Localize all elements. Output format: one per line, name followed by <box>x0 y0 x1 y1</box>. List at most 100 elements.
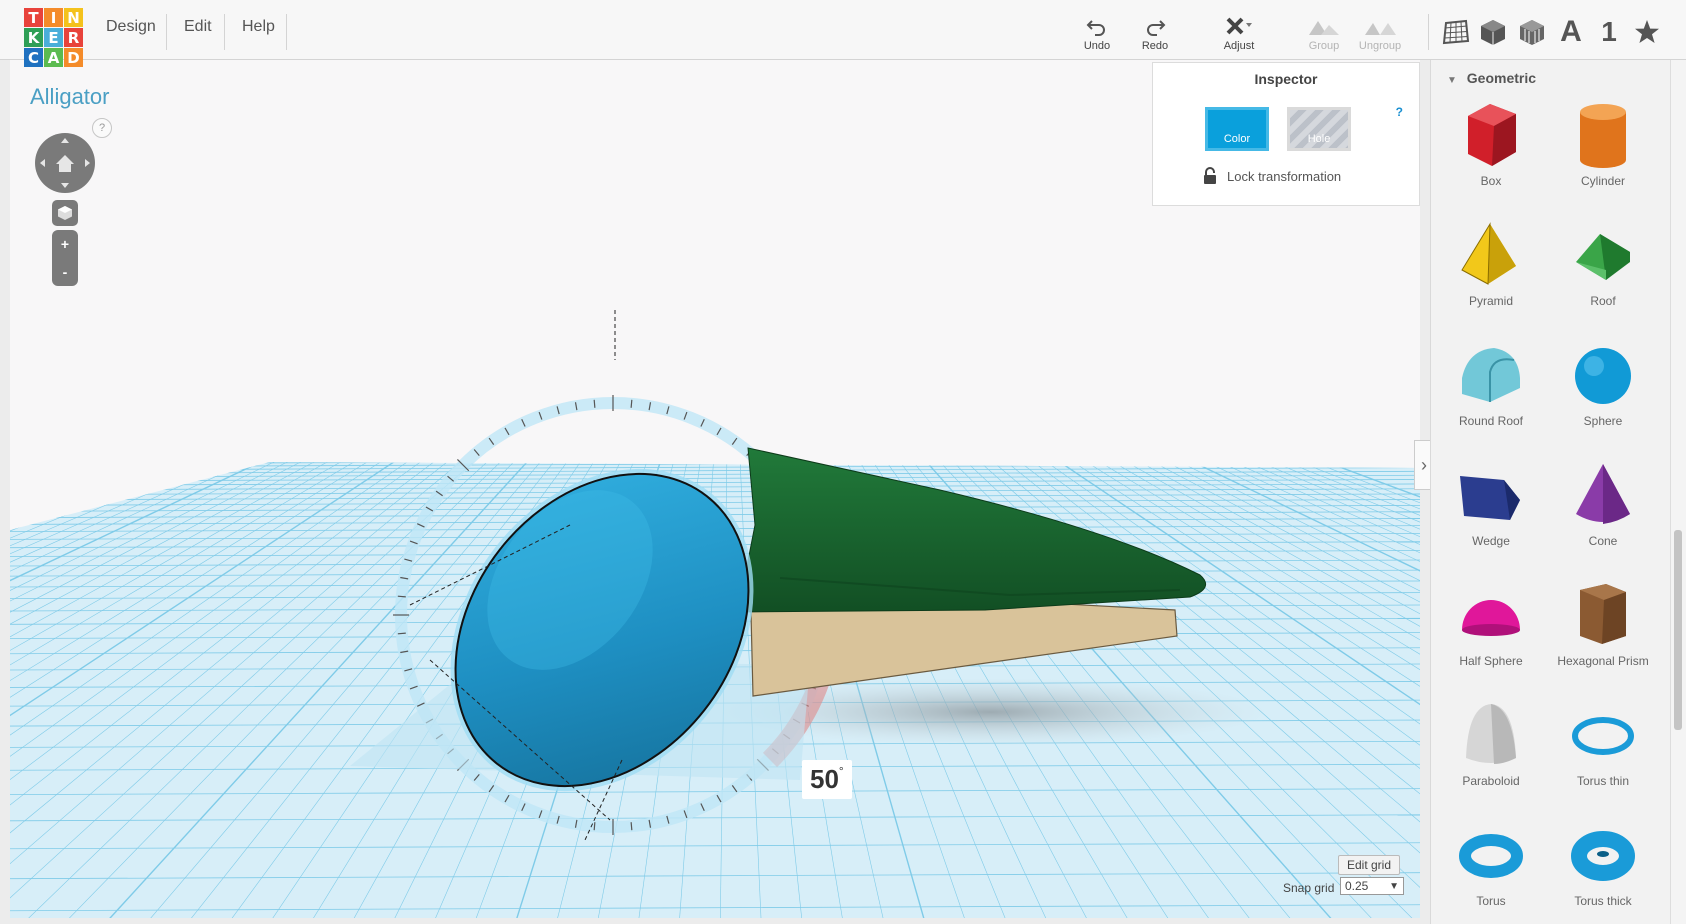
star-icon <box>1635 20 1659 43</box>
view-cube-button[interactable] <box>52 200 78 226</box>
shape-tile[interactable]: Paraboloid <box>1435 698 1547 816</box>
shape-tile-label: Torus thick <box>1574 894 1632 908</box>
redo-icon <box>1127 14 1183 40</box>
top-bar: TINKERCAD Design Edit Help Undo Redo Adj… <box>0 0 1686 67</box>
snap-grid-select[interactable]: 0.25 ▼ <box>1340 877 1404 895</box>
tinkercad-logo[interactable]: TIN KER CAD <box>24 8 86 70</box>
shape-tile-label: Wedge <box>1472 534 1510 548</box>
shape-tile[interactable]: Half Sphere <box>1435 578 1547 696</box>
paraboloid-shape-icon <box>1466 704 1516 764</box>
logo-letter: N <box>64 8 83 27</box>
hexagonal-prism-shape-icon <box>1580 584 1626 644</box>
shape-tile-label: Cylinder <box>1580 174 1625 188</box>
shape-tile[interactable]: Round Roof <box>1435 338 1547 456</box>
shape-tile[interactable]: Hexagonal Prism <box>1547 578 1659 696</box>
orbit-control[interactable] <box>34 132 96 194</box>
shape-tile[interactable]: Torus <box>1435 818 1547 924</box>
roof-shape-icon <box>1576 234 1630 280</box>
logo-letter: A <box>44 48 63 67</box>
shape-tile[interactable]: Pyramid <box>1435 218 1547 336</box>
zoom-out-button[interactable]: - <box>52 258 78 286</box>
adjust-button[interactable]: Adjust <box>1211 14 1267 54</box>
menu-separator <box>166 14 167 50</box>
shape-tile[interactable]: Torus thin <box>1547 698 1659 816</box>
chevron-down-icon: ▼ <box>1447 75 1457 86</box>
hole-button-label: Hole <box>1307 133 1331 145</box>
shape-tile-label: Sphere <box>1583 414 1623 428</box>
half-sphere-shape-icon <box>1462 600 1520 636</box>
sphere-shape-icon <box>1575 348 1631 404</box>
torus-thick-shape-icon <box>1571 831 1635 881</box>
ungroup-label: Ungroup <box>1358 40 1402 52</box>
menu-separator <box>224 14 225 50</box>
snap-grid-label: Snap grid <box>1283 881 1335 895</box>
shapes-scrollbar[interactable] <box>1670 60 1686 924</box>
box-shape-icon <box>1468 104 1516 166</box>
undo-icon <box>1069 14 1125 40</box>
basic-shapes-button[interactable] <box>1474 14 1512 50</box>
logo-letter: E <box>44 28 63 47</box>
shape-tile[interactable]: Cylinder <box>1547 98 1659 216</box>
group-label: Group <box>1308 40 1340 52</box>
snap-grid-value: 0.25 <box>1345 879 1369 893</box>
torus-thin-shape-icon <box>1572 717 1634 755</box>
logo-letter: D <box>64 48 83 67</box>
shape-tile-label: Torus thin <box>1576 774 1630 788</box>
redo-label: Redo <box>1141 40 1169 52</box>
zoom-in-button[interactable]: + <box>52 230 78 258</box>
menu-edit[interactable]: Edit <box>184 18 212 36</box>
shape-tile[interactable]: Box <box>1435 98 1547 216</box>
adjust-icon <box>1211 14 1267 40</box>
wireframe-shapes-button[interactable] <box>1513 14 1551 50</box>
menu-design[interactable]: Design <box>106 18 156 36</box>
workplane-grid-button[interactable] <box>1437 14 1475 50</box>
grid-icon <box>1442 19 1470 45</box>
rotation-angle-readout: 50° <box>802 760 852 799</box>
shape-category-header[interactable]: ▼ Geometric <box>1447 70 1536 86</box>
logo-letter: K <box>24 28 43 47</box>
dropdown-arrow-icon: ▼ <box>1389 880 1399 892</box>
ungroup-button[interactable]: Ungroup <box>1352 14 1408 54</box>
shape-tile-label: Half Sphere <box>1459 654 1523 668</box>
shape-tile-label: Torus <box>1476 894 1506 908</box>
cylinder-shape-icon <box>1580 104 1626 168</box>
edit-grid-button[interactable]: Edit grid <box>1338 855 1401 875</box>
undo-button[interactable]: Undo <box>1069 14 1125 54</box>
shape-tile[interactable]: Cone <box>1547 458 1659 576</box>
logo-letter: R <box>64 28 83 47</box>
inspector-help-button[interactable]: ? <box>1396 105 1403 119</box>
scrollbar-thumb[interactable] <box>1674 530 1682 730</box>
inspector-title: Inspector <box>1254 71 1318 87</box>
shape-tile[interactable]: Sphere <box>1547 338 1659 456</box>
rotation-angle-value: 50 <box>810 764 839 794</box>
shape-tile-label: Paraboloid <box>1462 774 1520 788</box>
round-roof-shape-icon <box>1462 348 1520 402</box>
shape-tile[interactable]: Torus thick <box>1547 818 1659 924</box>
zoom-control: + - <box>52 230 78 286</box>
number-shapes-button[interactable]: 1 <box>1590 14 1628 50</box>
chevron-right-icon: › <box>1421 454 1427 475</box>
wedge-shape-icon <box>1460 476 1520 520</box>
shape-tile-label: Roof <box>1590 294 1616 308</box>
redo-button[interactable]: Redo <box>1127 14 1183 54</box>
hole-button[interactable]: Hole <box>1287 107 1351 151</box>
logo-letter: T <box>24 8 43 27</box>
color-button[interactable]: Color <box>1205 107 1269 151</box>
ungroup-icon <box>1352 14 1408 40</box>
shape-tile-label: Hexagonal Prism <box>1557 654 1649 668</box>
shape-tile-label: Cone <box>1588 534 1618 548</box>
menu-separator <box>286 14 287 50</box>
menu-help[interactable]: Help <box>242 18 275 36</box>
lock-icon <box>1204 167 1216 184</box>
navigation-help-button[interactable]: ? <box>92 118 112 138</box>
text-shapes-button[interactable]: A <box>1552 14 1590 50</box>
logo-letter: I <box>44 8 63 27</box>
group-button[interactable]: Group <box>1296 14 1352 54</box>
shape-tile[interactable]: Roof <box>1547 218 1659 336</box>
shape-tile[interactable]: Wedge <box>1435 458 1547 576</box>
cone-shape-icon <box>1576 464 1630 524</box>
favorites-button[interactable] <box>1628 14 1666 50</box>
shapes-panel: ▼ Geometric Box Cylinder Pyramid Roof Round … <box>1430 60 1670 924</box>
lock-transformation-toggle[interactable]: Lock transformation <box>1203 167 1341 185</box>
design-title[interactable]: Alligator <box>30 84 109 110</box>
